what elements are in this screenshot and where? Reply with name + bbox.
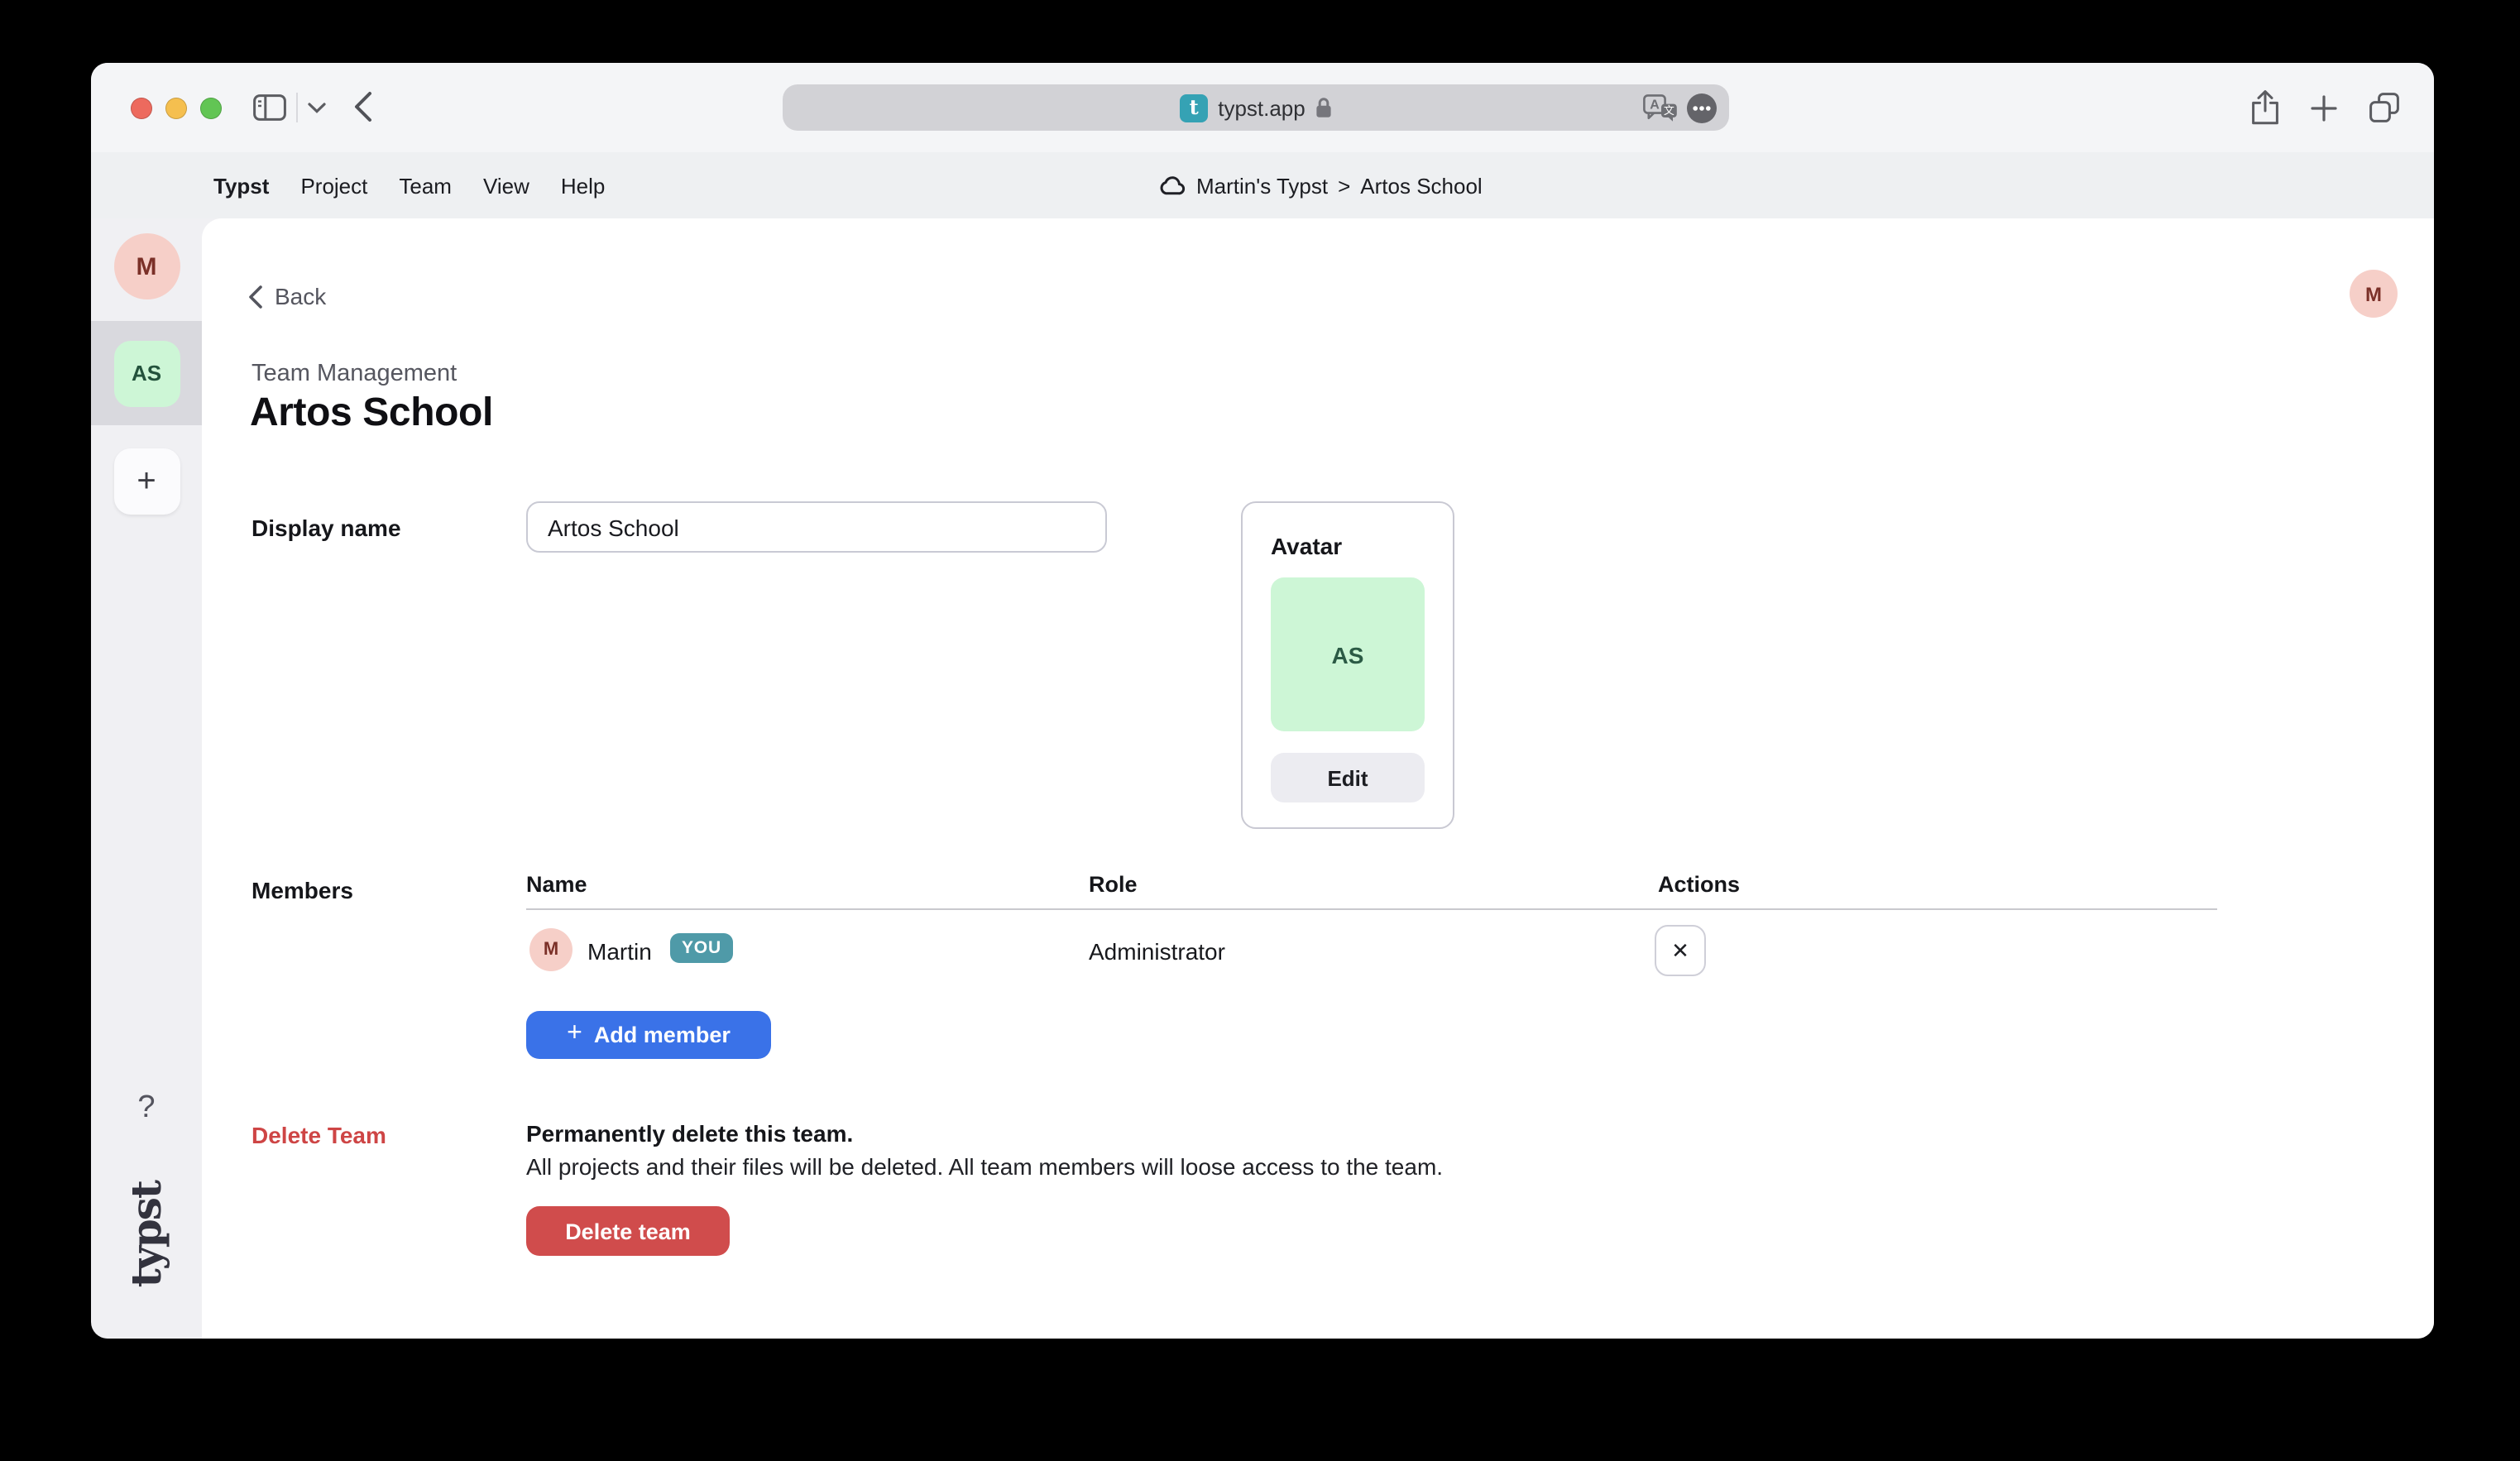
delete-team-heading: Permanently delete this team. [526,1120,853,1147]
plus-icon: + [567,1019,582,1049]
you-badge: YOU [670,933,733,962]
back-nav-icon[interactable] [354,91,372,122]
delete-team-label: Delete Team [252,1122,386,1148]
zoom-window-button[interactable] [200,98,222,119]
team-avatar-preview: AS [1271,577,1425,731]
member-role: Administrator [1089,938,1225,965]
translate-icon[interactable]: A 文 [1643,93,1678,122]
member-name: Martin [587,938,652,965]
new-tab-icon[interactable] [2310,93,2338,122]
column-header-actions: Actions [1658,872,1740,897]
app-menubar: Typst Project Team View Help Martin's Ty… [91,152,2434,218]
team-sidebar: M AS + ? typst [91,218,202,1339]
menu-help[interactable]: Help [561,173,606,198]
section-label: Team Management [252,361,457,387]
browser-titlebar: t typst.app A 文 [91,63,2434,152]
column-header-role: Role [1089,872,1138,897]
menu-view[interactable]: View [483,173,529,198]
table-divider [526,908,2217,910]
team-management-panel: Back M Team Management Artos School Disp… [202,218,2434,1339]
minimize-window-button[interactable] [165,98,187,119]
browser-window: t typst.app A 文 [91,63,2434,1339]
page-options-icon[interactable] [1686,92,1718,123]
cloud-icon [1158,175,1186,195]
menu-team[interactable]: Team [399,173,452,198]
display-name-input[interactable] [526,501,1107,553]
sidebar-team-avatar[interactable]: AS [113,340,180,406]
help-button[interactable]: ? [91,1090,202,1127]
svg-text:文: 文 [1664,103,1674,116]
breadcrumb-workspace[interactable]: Martin's Typst [1196,173,1328,198]
chevron-left-icon [248,284,263,309]
display-name-label: Display name [252,515,401,541]
avatar-card-title: Avatar [1271,533,1342,559]
share-icon[interactable] [2250,89,2280,126]
close-icon: ✕ [1671,937,1689,964]
traffic-lights [131,98,222,119]
tab-overview-icon[interactable] [2368,91,2401,124]
remove-member-button[interactable]: ✕ [1655,925,1706,976]
chevron-down-icon[interactable] [308,103,326,114]
back-label: Back [275,283,326,309]
breadcrumb-separator: > [1338,173,1350,198]
back-link[interactable]: Back [248,283,326,309]
titlebar-divider [296,93,298,122]
add-member-button[interactable]: + Add member [526,1011,771,1059]
address-bar[interactable]: t typst.app A 文 [783,84,1729,131]
menu-typst[interactable]: Typst [213,173,269,198]
breadcrumb: Martin's Typst > Artos School [1158,152,1483,218]
members-label: Members [252,877,353,903]
lock-icon [1315,96,1332,119]
page-title: Artos School [250,390,493,437]
typst-logo: typst [91,1181,202,1287]
sidebar-selected-band: AS [91,321,202,425]
add-team-button[interactable]: + [113,448,180,515]
breadcrumb-current: Artos School [1360,173,1482,198]
account-avatar[interactable]: M [2350,270,2398,318]
add-member-label: Add member [594,1023,731,1047]
close-window-button[interactable] [131,98,152,119]
site-favicon: t [1180,93,1208,122]
avatar-card: Avatar AS Edit [1241,501,1454,829]
address-url: typst.app [1218,95,1306,120]
member-avatar: M [529,928,573,971]
delete-team-description: All projects and their files will be del… [526,1153,1443,1180]
svg-text:A: A [1650,98,1660,112]
edit-avatar-button[interactable]: Edit [1271,753,1425,802]
sidebar-toggle-icon[interactable] [253,94,286,121]
screen: t typst.app A 文 [0,0,2520,1461]
delete-team-button[interactable]: Delete team [526,1206,730,1256]
sidebar-user-avatar[interactable]: M [113,233,180,299]
column-header-name: Name [526,872,587,897]
menu-project[interactable]: Project [300,173,367,198]
